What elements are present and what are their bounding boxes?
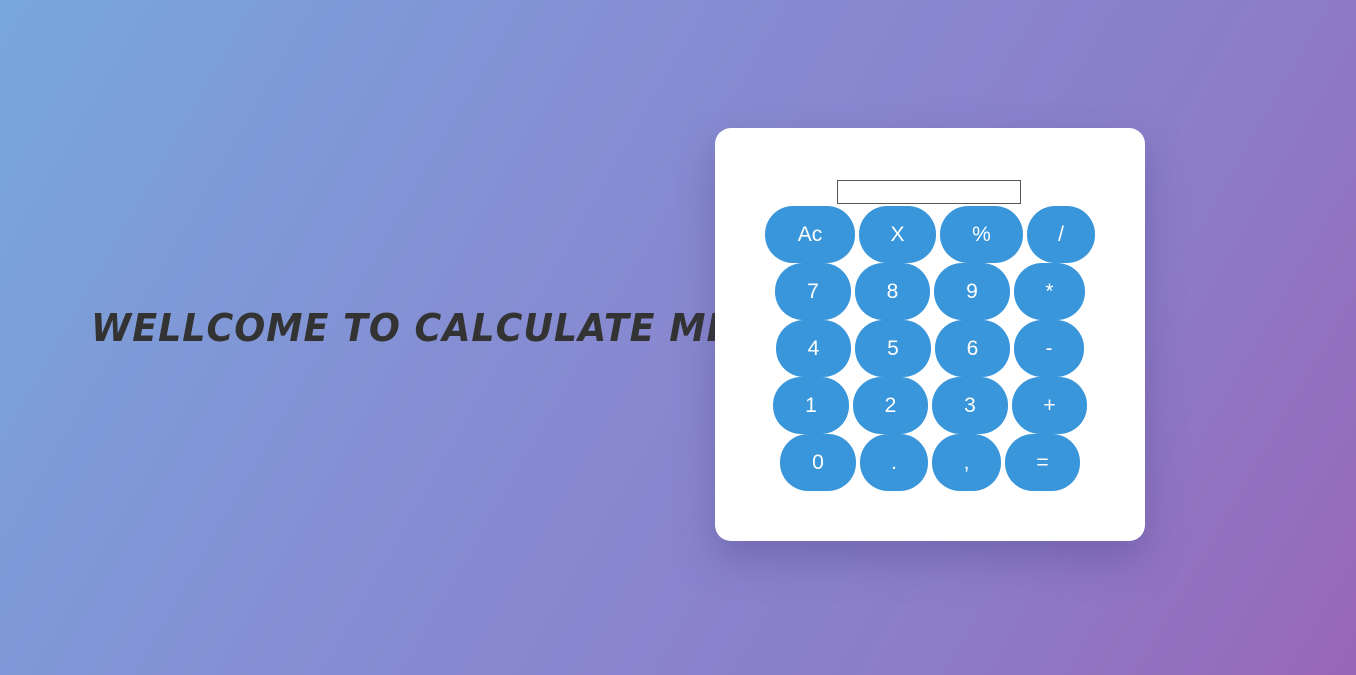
delete-button[interactable]: X <box>859 206 936 263</box>
decimal-point-button[interactable]: . <box>860 434 928 491</box>
equals-button[interactable]: = <box>1005 434 1080 491</box>
subtract-button[interactable]: - <box>1014 320 1084 377</box>
clear-button[interactable]: Ac <box>765 206 855 263</box>
comma-button[interactable]: , <box>932 434 1001 491</box>
digit-5-button[interactable]: 5 <box>855 320 931 377</box>
calculator-display[interactable] <box>837 180 1021 204</box>
add-button[interactable]: + <box>1012 377 1087 434</box>
digit-3-button[interactable]: 3 <box>932 377 1008 434</box>
divide-button[interactable]: / <box>1027 206 1095 263</box>
digit-6-button[interactable]: 6 <box>935 320 1010 377</box>
digit-1-button[interactable]: 1 <box>773 377 849 434</box>
multiply-button[interactable]: * <box>1014 263 1085 320</box>
calculator-panel: Ac X % / 7 8 9 * 4 5 6 - 1 2 3 + 0 . , = <box>715 128 1145 541</box>
digit-9-button[interactable]: 9 <box>934 263 1010 320</box>
digit-4-button[interactable]: 4 <box>776 320 851 377</box>
page-heading: WELLCOME TO CALCULATE ME! <box>91 306 750 350</box>
digit-2-button[interactable]: 2 <box>853 377 928 434</box>
percent-button[interactable]: % <box>940 206 1023 263</box>
digit-7-button[interactable]: 7 <box>775 263 851 320</box>
digit-8-button[interactable]: 8 <box>855 263 930 320</box>
digit-0-button[interactable]: 0 <box>780 434 856 491</box>
